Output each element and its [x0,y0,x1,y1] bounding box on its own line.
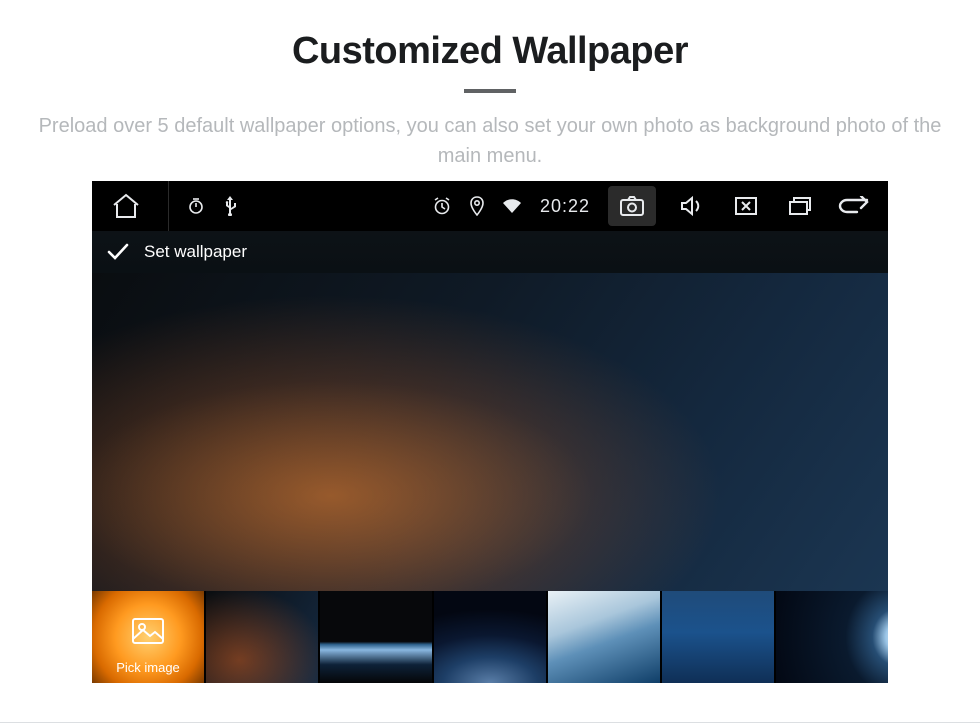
screenshot-icon[interactable] [608,186,656,226]
check-icon [106,242,130,262]
device-screenshot: 20:22 [92,181,888,683]
divider [168,181,169,231]
wallpaper-thumb[interactable] [548,591,660,683]
wallpaper-preview [92,273,888,591]
location-icon [470,196,484,216]
recent-apps-icon[interactable] [782,188,818,224]
wallpaper-thumb[interactable] [206,591,318,683]
home-icon[interactable] [108,188,144,224]
wallpaper-thumb[interactable] [434,591,546,683]
timer-icon [187,197,205,215]
title-underline [464,89,516,93]
status-bar: 20:22 [92,181,888,231]
close-window-icon[interactable] [728,188,764,224]
back-icon[interactable] [836,188,872,224]
clock-text: 20:22 [540,196,590,217]
page-title: Customized Wallpaper [0,30,980,73]
page-subtitle: Preload over 5 default wallpaper options… [0,111,980,181]
alarm-icon [432,196,452,216]
wallpaper-thumbs: Pick image [92,591,888,683]
wallpaper-thumb[interactable] [662,591,774,683]
divider [0,722,980,723]
wifi-icon [502,198,522,214]
pick-image-label: Pick image [92,660,204,675]
set-wallpaper-label: Set wallpaper [144,242,247,262]
pick-image-button[interactable]: Pick image [92,591,204,683]
volume-icon[interactable] [674,188,710,224]
set-wallpaper-button[interactable]: Set wallpaper [92,231,888,273]
usb-icon [223,196,237,216]
wallpaper-thumb[interactable] [320,591,432,683]
wallpaper-thumb[interactable] [776,591,888,683]
